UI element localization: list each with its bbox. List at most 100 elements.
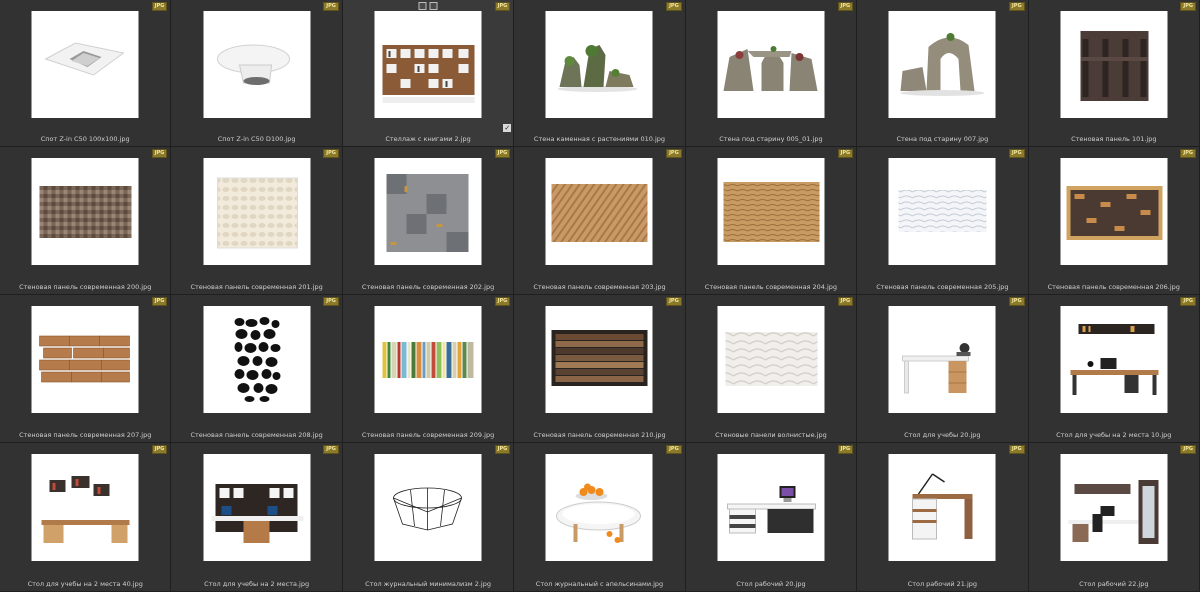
thumbnail-grid: JPG Спот Z-in C50 100x100.jpg JPG Спот Z-in… xyxy=(0,0,1200,592)
file-name-label: Стеновая панель современная 205.jpg xyxy=(876,283,1009,291)
file-type-badge: JPG xyxy=(666,2,682,11)
file-name-label: Стеновая панель современная 201.jpg xyxy=(190,283,323,291)
oval-coffee-table-thumbnail[interactable] xyxy=(545,454,653,561)
thumbnail-tile[interactable]: JPG Стеновая панель современная 201.jpg xyxy=(171,147,343,295)
file-type-badge: JPG xyxy=(151,297,168,306)
file-name-label: Стол рабочий 21.jpg xyxy=(907,580,978,588)
color-stripe-panel-thumbnail[interactable] xyxy=(374,306,482,413)
file-type-badge: JPG xyxy=(151,445,168,454)
file-type-badge: JPG xyxy=(837,149,854,158)
file-type-badge: JPG xyxy=(494,297,511,306)
file-name-label: Стол рабочий 22.jpg xyxy=(1079,580,1149,588)
thumbnail-tile[interactable]: JPG Стол для учебы на 2 места 10.jpg xyxy=(1028,295,1200,443)
file-type-badge: JPG xyxy=(323,297,339,306)
selection-tools[interactable] xyxy=(418,2,438,10)
file-type-badge: JPG xyxy=(837,445,854,454)
thumbnail-tile[interactable]: JPG Спот Z-in C50 D100.jpg xyxy=(171,0,343,147)
thumbnail-tile[interactable]: JPG Стол журнальный с апельсинами.jpg xyxy=(514,443,686,592)
file-type-badge: JPG xyxy=(1008,149,1025,158)
ruin-arch-thumbnail[interactable] xyxy=(888,11,996,118)
wood-diagonal-panel-thumbnail[interactable] xyxy=(545,158,653,265)
brick-panel-thumbnail[interactable] xyxy=(31,306,139,413)
file-type-badge: JPG xyxy=(837,2,854,11)
wood-plank-panel-thumbnail[interactable] xyxy=(545,306,653,413)
wood-desk-lamp-thumbnail[interactable] xyxy=(888,454,996,561)
thumbnail-tile[interactable]: JPG Стеновая панель 101.jpg xyxy=(1028,0,1200,147)
thumbnail-tile[interactable]: JPG Стол журнальный минимализм 2.jpg xyxy=(342,443,515,592)
pebble-panel-thumbnail[interactable] xyxy=(203,306,311,413)
thumbnail-tile[interactable]: JPG ✓ Стеллаж с книгами 2.jpg xyxy=(342,0,515,147)
ruin-arch-thumbnail[interactable] xyxy=(717,11,825,118)
mosaic-panel-thumbnail[interactable] xyxy=(31,158,139,265)
file-name-label: Стеновая панель современная 202.jpg xyxy=(361,283,495,291)
office-room-thumbnail[interactable] xyxy=(1060,454,1168,561)
bookshelf-thumbnail[interactable] xyxy=(374,11,482,118)
wire-coffee-table-thumbnail[interactable] xyxy=(374,454,482,561)
file-name-label: Стол для учебы на 2 места 10.jpg xyxy=(1056,431,1172,439)
thumbnail-tile[interactable]: JPG Стеновая панель современная 206.jpg xyxy=(1028,147,1200,295)
thumbnail-tile[interactable]: JPG Стеновые панели волнистые.jpg xyxy=(685,295,858,443)
file-name-label: Стеновые панели волнистые.jpg xyxy=(715,431,827,439)
thumbnail-tile[interactable]: JPG Стеновая панель современная 209.jpg xyxy=(342,295,515,443)
file-type-badge: JPG xyxy=(666,297,682,306)
thumbnail-tile[interactable]: JPG Стол рабочий 21.jpg xyxy=(857,443,1029,592)
thumbnail-tile[interactable]: JPG Стена каменная с растениями 010.jpg xyxy=(514,0,686,147)
brick-block-panel-thumbnail[interactable] xyxy=(1060,158,1168,265)
file-name-label: Стеновая панель современная 204.jpg xyxy=(704,283,838,291)
file-name-label: Стеллаж с книгами 2.jpg xyxy=(385,135,471,143)
thumbnail-tile[interactable]: JPG Стол рабочий 20.jpg xyxy=(685,443,858,592)
thumbnail-tile[interactable]: JPG Стеновая панель современная 202.jpg xyxy=(342,147,515,295)
file-name-label: Стеновая панель современная 200.jpg xyxy=(19,283,152,291)
thumbnail-tile[interactable]: JPG Стеновая панель современная 200.jpg xyxy=(0,147,172,295)
file-type-badge: JPG xyxy=(666,445,682,454)
file-type-badge: JPG xyxy=(323,2,339,11)
file-type-badge: JPG xyxy=(1180,2,1196,11)
white-relief-panel-thumbnail[interactable] xyxy=(203,158,311,265)
square-select-icon[interactable] xyxy=(418,2,427,10)
thumbnail-tile[interactable]: JPG Стол для учебы 20.jpg xyxy=(857,295,1029,443)
gray-tile-panel-thumbnail[interactable] xyxy=(374,158,482,265)
round-ceiling-spot-thumbnail[interactable] xyxy=(203,11,311,118)
thumbnail-tile[interactable]: JPG Стол для учебы на 2 места.jpg xyxy=(171,443,343,592)
file-name-label: Спот Z-in C50 D100.jpg xyxy=(217,135,296,143)
checkmark-icon[interactable]: ✓ xyxy=(503,124,512,132)
white-wave-panel-thumbnail[interactable] xyxy=(888,158,996,265)
thumbnail-tile[interactable]: JPG Стена под старину 007.jpg xyxy=(857,0,1029,147)
file-type-badge: JPG xyxy=(323,445,339,454)
thumbnail-tile[interactable]: JPG Стол для учебы на 2 места 40.jpg xyxy=(0,443,172,592)
thumbnail-tile[interactable]: JPG Спот Z-in C50 100x100.jpg xyxy=(0,0,172,147)
file-name-label: Стена каменная с растениями 010.jpg xyxy=(533,135,666,143)
file-name-label: Стена под старину 005_01.jpg xyxy=(719,135,823,143)
double-desk-shelves-thumbnail[interactable] xyxy=(31,454,139,561)
file-name-label: Стена под старину 007.jpg xyxy=(896,135,989,143)
edit-icon[interactable] xyxy=(429,2,438,10)
square-ceiling-spot-thumbnail[interactable] xyxy=(31,11,139,118)
file-type-badge: JPG xyxy=(323,149,339,158)
wavy-panel-thumbnail[interactable] xyxy=(717,306,825,413)
file-name-label: Стеновая панель современная 203.jpg xyxy=(533,283,666,291)
file-name-label: Стол журнальный с апельсинами.jpg xyxy=(535,580,664,588)
workstation-thumbnail[interactable] xyxy=(203,454,311,561)
thumbnail-tile[interactable]: JPG Стеновая панель современная 208.jpg xyxy=(171,295,343,443)
file-type-badge: JPG xyxy=(1180,149,1196,158)
thumbnail-tile[interactable]: JPG Стеновая панель современная 205.jpg xyxy=(857,147,1029,295)
thumbnail-tile[interactable]: JPG Стеновая панель современная 207.jpg xyxy=(0,295,172,443)
thumbnail-tile[interactable]: JPG Стеновая панель современная 210.jpg xyxy=(514,295,686,443)
thumbnail-tile[interactable]: JPG Стол рабочий 22.jpg xyxy=(1028,443,1200,592)
file-type-badge: JPG xyxy=(151,2,168,11)
thumbnail-tile[interactable]: JPG Стеновая панель современная 203.jpg xyxy=(514,147,686,295)
dark-wall-panel-thumbnail[interactable] xyxy=(1060,11,1168,118)
stone-wall-plants-thumbnail[interactable] xyxy=(545,11,653,118)
file-name-label: Стол журнальный минимализм 2.jpg xyxy=(365,580,491,588)
office-desk-thumbnail[interactable] xyxy=(717,454,825,561)
file-name-label: Стеновая панель современная 206.jpg xyxy=(1047,283,1180,291)
desk-thumbnail[interactable] xyxy=(888,306,996,413)
file-type-badge: JPG xyxy=(1008,2,1025,11)
file-name-label: Стеновая панель 101.jpg xyxy=(1071,135,1157,143)
double-desk-thumbnail[interactable] xyxy=(1060,306,1168,413)
file-name-label: Стеновая панель современная 209.jpg xyxy=(361,431,495,439)
file-name-label: Стеновая панель современная 207.jpg xyxy=(19,431,152,439)
wood-wave-panel-thumbnail[interactable] xyxy=(717,158,825,265)
thumbnail-tile[interactable]: JPG Стена под старину 005_01.jpg xyxy=(685,0,858,147)
thumbnail-tile[interactable]: JPG Стеновая панель современная 204.jpg xyxy=(685,147,858,295)
